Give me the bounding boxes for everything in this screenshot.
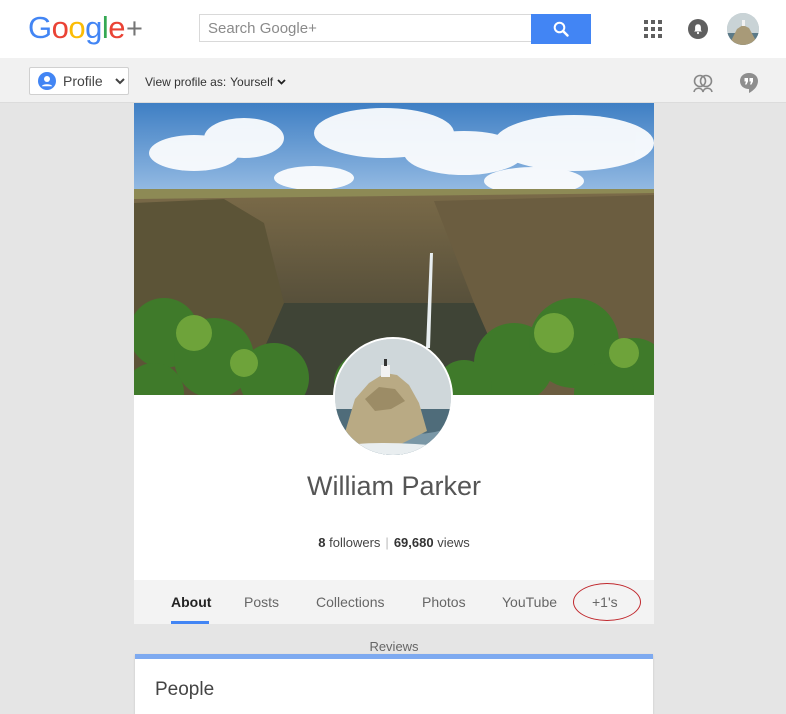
logo-letter: o	[51, 10, 69, 45]
profile-dropdown-label: Profile	[63, 73, 103, 89]
tab-about[interactable]: About	[171, 594, 211, 610]
account-avatar[interactable]	[727, 13, 759, 45]
top-bar: Google+	[0, 0, 786, 58]
chevron-down-icon	[114, 77, 125, 84]
search-button[interactable]	[531, 14, 591, 44]
profile-tabs: About Posts Collections Photos YouTube +…	[134, 580, 654, 624]
search-input[interactable]	[200, 15, 530, 41]
profile-dropdown-button[interactable]: Profile	[29, 67, 129, 95]
tab-youtube[interactable]: YouTube	[502, 594, 557, 610]
profile-toolbar: Profile View profile as: Yourself	[0, 58, 786, 103]
tab-photos[interactable]: Photos	[422, 594, 466, 610]
chevron-down-icon	[277, 79, 286, 85]
logo-letter: G	[28, 10, 52, 45]
active-tab-indicator	[171, 621, 209, 624]
profile-name: William Parker	[306, 471, 481, 501]
view-as-label: View profile as:	[145, 75, 227, 89]
logo-plus: +	[126, 13, 143, 45]
quote-icon[interactable]	[739, 72, 759, 94]
reviews-heading[interactable]: Reviews	[134, 639, 654, 654]
search-box	[199, 14, 591, 44]
followers-label[interactable]: followers	[329, 535, 380, 550]
logo-letter: e	[108, 10, 126, 45]
apps-grid-icon[interactable]	[644, 20, 662, 38]
views-count: 69,680	[393, 535, 434, 550]
stats-divider: |	[385, 535, 389, 550]
followers-count[interactable]: 8	[318, 535, 325, 550]
profile-avatar[interactable]	[333, 337, 453, 457]
hangouts-icon[interactable]	[692, 72, 714, 94]
logo-letter: g	[85, 10, 102, 45]
annotation-circle	[573, 583, 641, 621]
search-icon	[553, 21, 569, 37]
bell-icon[interactable]	[688, 19, 708, 39]
tab-collections[interactable]: Collections	[316, 594, 384, 610]
views-label: views	[437, 535, 470, 550]
people-card: People	[135, 654, 653, 714]
google-plus-logo[interactable]: Google+	[28, 10, 143, 47]
person-circle-icon	[38, 72, 56, 90]
profile-stats: 8 followers | 69,680 views	[134, 535, 654, 550]
view-as-selector[interactable]: View profile as: Yourself	[145, 75, 286, 89]
people-title: People	[155, 679, 215, 700]
view-as-value: Yourself	[230, 75, 274, 89]
profile-card: William Parker 8 followers | 69,680 views …	[134, 103, 654, 624]
tab-posts[interactable]: Posts	[244, 594, 279, 610]
logo-letter: o	[68, 10, 86, 45]
